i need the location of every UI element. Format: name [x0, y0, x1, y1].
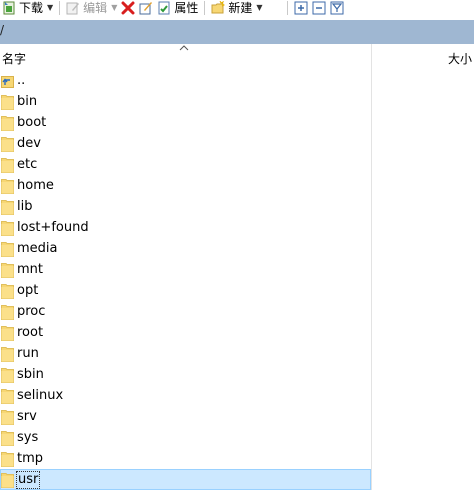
- delete-icon: [121, 1, 135, 15]
- file-name: media: [17, 241, 58, 256]
- list-item[interactable]: sbin: [0, 364, 371, 385]
- folder-icon: [1, 347, 14, 362]
- column-name-header[interactable]: 名字: [2, 50, 26, 67]
- folder-icon: [1, 305, 14, 320]
- list-item[interactable]: lost+found: [0, 217, 371, 238]
- file-name: sys: [17, 430, 39, 445]
- expand-button[interactable]: [292, 0, 310, 16]
- parent-folder-icon: [1, 76, 14, 88]
- new-button[interactable]: 新建 ▼: [209, 0, 264, 16]
- file-name: lost+found: [17, 220, 89, 235]
- delete-button[interactable]: [119, 0, 137, 16]
- column-header: 名字 大小: [0, 44, 474, 68]
- list-item[interactable]: dev: [0, 133, 371, 154]
- folder-icon: [1, 158, 14, 173]
- current-path: /: [0, 23, 5, 37]
- properties-button[interactable]: 属性: [155, 0, 200, 16]
- list-item[interactable]: run: [0, 343, 371, 364]
- download-button[interactable]: 下载 ▼: [0, 0, 55, 16]
- collapse-button[interactable]: [310, 0, 328, 16]
- file-name: dev: [17, 136, 41, 151]
- list-item[interactable]: boot: [0, 112, 371, 133]
- new-label: 新建: [228, 1, 253, 15]
- folder-icon: [1, 116, 14, 131]
- file-name: proc: [17, 304, 46, 319]
- toolbar: 下载 ▼ 编辑 ▼ 属性 新建 ▼: [0, 0, 474, 16]
- list-item[interactable]: srv: [0, 406, 371, 427]
- file-name: root: [17, 325, 44, 340]
- new-folder-icon: [211, 1, 226, 14]
- folder-icon: [1, 137, 14, 152]
- minus-box-icon: [312, 1, 326, 15]
- toolbar-separator: [204, 1, 206, 15]
- file-list: .. bin boot dev etc home lib lost+found media mnt…: [0, 70, 371, 490]
- file-name: tmp: [17, 451, 44, 466]
- file-name: home: [17, 178, 54, 193]
- folder-icon: [1, 473, 14, 488]
- properties-label: 属性: [174, 1, 199, 15]
- toolbar-separator: [286, 1, 288, 15]
- file-name: run: [17, 346, 39, 361]
- file-name: sbin: [17, 367, 44, 382]
- folder-icon: [1, 431, 14, 446]
- list-item[interactable]: media: [0, 238, 371, 259]
- list-item[interactable]: opt: [0, 280, 371, 301]
- list-item[interactable]: lib: [0, 196, 371, 217]
- download-icon: [3, 1, 15, 15]
- folder-icon: [1, 410, 14, 425]
- list-item[interactable]: etc: [0, 154, 371, 175]
- path-bar[interactable]: /: [0, 20, 474, 44]
- file-name: mnt: [17, 262, 43, 277]
- folder-icon: [1, 263, 14, 278]
- folder-icon: [1, 242, 14, 257]
- filter-icon: [330, 1, 344, 15]
- edit-icon: [66, 2, 80, 15]
- file-name: opt: [17, 283, 39, 298]
- plus-box-icon: [294, 1, 308, 15]
- file-name: selinux: [17, 388, 64, 403]
- download-label: 下载: [19, 1, 44, 15]
- folder-icon: [1, 200, 14, 215]
- folder-icon: [1, 221, 14, 236]
- column-size-header[interactable]: 大小: [448, 50, 472, 67]
- folder-icon: [1, 452, 14, 467]
- folder-icon: [1, 368, 14, 383]
- rename-icon: [139, 2, 153, 15]
- folder-icon: [1, 326, 14, 341]
- download-dropdown-icon[interactable]: ▼: [47, 1, 53, 15]
- list-item[interactable]: selinux: [0, 385, 371, 406]
- toolbar-separator: [59, 1, 61, 15]
- list-item[interactable]: root: [0, 322, 371, 343]
- file-name: usr: [15, 471, 41, 489]
- folder-icon: [1, 389, 14, 404]
- list-item[interactable]: usr: [0, 469, 371, 490]
- file-name: ..: [17, 73, 26, 88]
- rename-button[interactable]: [137, 0, 155, 16]
- file-name: lib: [17, 199, 33, 214]
- list-item[interactable]: bin: [0, 91, 371, 112]
- list-item[interactable]: sys: [0, 427, 371, 448]
- folder-icon: [1, 284, 14, 299]
- file-name: boot: [17, 115, 47, 130]
- folder-icon: [1, 95, 14, 110]
- list-item[interactable]: proc: [0, 301, 371, 322]
- list-item[interactable]: home: [0, 175, 371, 196]
- folder-icon: [1, 179, 14, 194]
- file-name: etc: [17, 157, 38, 172]
- file-name: bin: [17, 94, 38, 109]
- column-divider[interactable]: [371, 44, 372, 490]
- file-name: srv: [17, 409, 37, 424]
- properties-icon: [158, 1, 170, 15]
- new-dropdown-icon[interactable]: ▼: [256, 1, 262, 15]
- edit-dropdown-icon[interactable]: ▼: [111, 1, 117, 15]
- sort-ascending-icon: [179, 45, 189, 51]
- filter-button[interactable]: [328, 0, 346, 16]
- edit-button[interactable]: 编辑 ▼: [64, 0, 119, 16]
- list-item[interactable]: ..: [0, 70, 371, 91]
- list-item[interactable]: tmp: [0, 448, 371, 469]
- edit-label: 编辑: [83, 1, 108, 15]
- list-item[interactable]: mnt: [0, 259, 371, 280]
